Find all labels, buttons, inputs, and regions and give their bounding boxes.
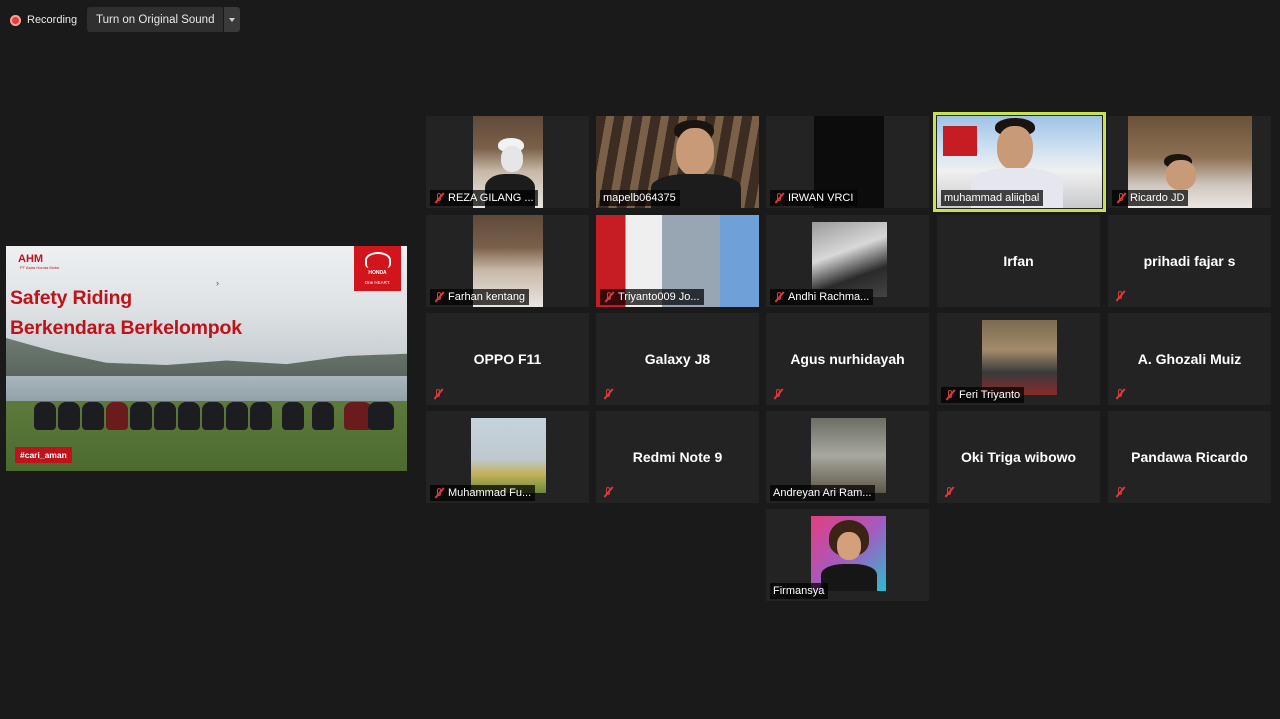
- participant-name-label: Triyanto009 Jo...: [600, 289, 704, 305]
- recording-indicator[interactable]: Recording: [10, 9, 77, 31]
- participant-name-label: Ricardo JD: [1112, 190, 1189, 206]
- participant-name-label: Andreyan Ari Ram...: [770, 485, 876, 501]
- participant-tile[interactable]: Firmansya: [766, 509, 929, 601]
- slide-title: Safety Riding Berkendara Berkelompok: [10, 283, 242, 343]
- participant-tile[interactable]: Andhi Rachma...: [766, 215, 929, 307]
- participant-tile[interactable]: Pandawa Ricardo: [1108, 411, 1271, 503]
- honda-brand-text: HONDA: [368, 270, 387, 276]
- muted-mic-icon: [1114, 388, 1126, 400]
- participant-tile[interactable]: A. Ghozali Muiz: [1108, 313, 1271, 405]
- participant-name: Agus nurhidayah: [790, 351, 905, 367]
- muted-mic-icon: [772, 388, 784, 400]
- honda-tagline: One HEART.: [364, 280, 391, 285]
- participant-name-label: IRWAN VRCI: [770, 190, 858, 206]
- muted-mic-icon: [773, 192, 785, 204]
- participant-name: Farhan kentang: [448, 291, 526, 303]
- muted-mic-icon: [943, 486, 955, 498]
- participant-name: Pandawa Ricardo: [1131, 449, 1248, 465]
- recording-label: Recording: [27, 14, 78, 26]
- participant-name: mapelb064375: [603, 192, 676, 204]
- participant-tile[interactable]: OPPO F11: [426, 313, 589, 405]
- muted-mic-icon: [944, 389, 956, 401]
- mouse-cursor-icon: ›: [216, 278, 219, 288]
- muted-mic-icon: [1114, 290, 1126, 302]
- participant-name: muhammad aliiqbal: [944, 192, 1040, 204]
- participant-name-label: Muhammad Fu...: [430, 485, 536, 501]
- participant-tile-active-speaker[interactable]: muhammad aliiqbal: [933, 112, 1106, 212]
- participant-avatar: [811, 418, 886, 493]
- participant-name: Muhammad Fu...: [448, 487, 532, 499]
- original-sound-control: Turn on Original Sound: [87, 7, 241, 32]
- participant-tile[interactable]: Galaxy J8: [596, 313, 759, 405]
- turn-on-original-sound-button[interactable]: Turn on Original Sound: [87, 7, 224, 32]
- slide-motorcycles: [34, 396, 394, 436]
- ahm-logo: AHM: [18, 253, 44, 265]
- participant-tile[interactable]: Muhammad Fu...: [426, 411, 589, 503]
- participant-name: Feri Triyanto: [959, 389, 1021, 401]
- participant-name-label: REZA GILANG ...: [430, 190, 538, 206]
- slide-title-line-1: Safety Riding: [10, 287, 132, 309]
- participant-name-label: Andhi Rachma...: [770, 289, 874, 305]
- muted-mic-icon: [433, 291, 445, 303]
- participant-avatar: [811, 516, 886, 591]
- honda-logo: HONDA One HEART.: [354, 246, 401, 291]
- participant-name: Triyanto009 Jo...: [618, 291, 700, 303]
- slide-hashtag: #cari_aman: [15, 447, 72, 463]
- participant-name: Firmansya: [773, 585, 825, 597]
- participant-name: IRWAN VRCI: [788, 192, 854, 204]
- muted-mic-icon: [603, 291, 615, 303]
- participant-tile[interactable]: IRWAN VRCI: [766, 116, 929, 208]
- participant-tile[interactable]: Oki Triga wibowo: [937, 411, 1100, 503]
- participant-tile[interactable]: Ricardo JD: [1108, 116, 1271, 208]
- muted-mic-icon: [433, 192, 445, 204]
- participant-tile[interactable]: prihadi fajar s: [1108, 215, 1271, 307]
- participant-tile[interactable]: Redmi Note 9: [596, 411, 759, 503]
- participant-name: OPPO F11: [473, 351, 542, 367]
- shared-screen[interactable]: AHM PT Astra Honda Motor HONDA One HEART…: [6, 246, 407, 471]
- participant-avatar: [982, 320, 1057, 395]
- muted-mic-icon: [1114, 486, 1126, 498]
- participant-tile[interactable]: Irfan: [937, 215, 1100, 307]
- participant-name: Galaxy J8: [644, 351, 711, 367]
- participant-name: Redmi Note 9: [632, 449, 723, 465]
- ahm-logo-subtitle: PT Astra Honda Motor: [20, 265, 60, 270]
- muted-mic-icon: [433, 487, 445, 499]
- participant-name-label: Firmansya: [770, 583, 829, 599]
- participant-name: Irfan: [1003, 253, 1034, 269]
- participant-avatar: [812, 222, 887, 297]
- participant-tile[interactable]: Farhan kentang: [426, 215, 589, 307]
- participant-name: Andreyan Ari Ram...: [773, 487, 872, 499]
- participant-name-label: Farhan kentang: [430, 289, 530, 305]
- participant-name: Ricardo JD: [1130, 192, 1185, 204]
- participant-tile[interactable]: Feri Triyanto: [937, 313, 1100, 405]
- participant-name: Andhi Rachma...: [788, 291, 870, 303]
- participant-tile[interactable]: Agus nurhidayah: [766, 313, 929, 405]
- participant-name: REZA GILANG ...: [448, 192, 534, 204]
- participant-name-label: mapelb064375: [600, 190, 680, 206]
- muted-mic-icon: [602, 486, 614, 498]
- participant-name: A. Ghozali Muiz: [1137, 351, 1242, 367]
- original-sound-dropdown-button[interactable]: [224, 7, 241, 32]
- participant-tile[interactable]: Triyanto009 Jo...: [596, 215, 759, 307]
- honda-wing-icon: [364, 252, 391, 268]
- participant-name-label: muhammad aliiqbal: [941, 190, 1044, 206]
- muted-mic-icon: [773, 291, 785, 303]
- participant-avatar: [471, 418, 546, 493]
- participant-name-label: Feri Triyanto: [941, 387, 1025, 403]
- participant-name: Oki Triga wibowo: [960, 449, 1077, 465]
- muted-mic-icon: [432, 388, 444, 400]
- muted-mic-icon: [602, 388, 614, 400]
- participant-tile[interactable]: mapelb064375: [596, 116, 759, 208]
- record-icon: [10, 14, 21, 26]
- participant-name: prihadi fajar s: [1143, 253, 1236, 269]
- muted-mic-icon: [1115, 192, 1127, 204]
- participant-tile[interactable]: Andreyan Ari Ram...: [766, 411, 929, 503]
- slide-title-line-2: Berkendara Berkelompok: [10, 317, 242, 339]
- participant-tile[interactable]: REZA GILANG ...: [426, 116, 589, 208]
